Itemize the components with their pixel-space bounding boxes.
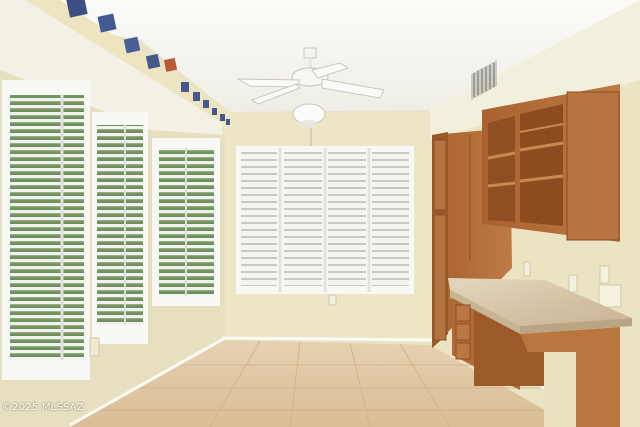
photo-watermark: ©2025 MLSSAZ xyxy=(2,402,84,413)
electrical-outlet-icon xyxy=(598,284,622,308)
open-shelf-cabinet xyxy=(482,84,620,242)
room-photo: ©2025 MLSSAZ xyxy=(0,0,640,427)
electrical-outlet-icon xyxy=(599,265,610,284)
electrical-outlet-icon xyxy=(568,274,578,293)
left-window-shutters-2 xyxy=(152,138,220,306)
left-window-shutters-1 xyxy=(2,80,148,380)
electrical-outlet-icon xyxy=(89,337,100,357)
room-illustration xyxy=(0,0,640,427)
electrical-outlet-icon xyxy=(328,294,337,306)
electrical-outlet-icon xyxy=(523,261,531,277)
back-window-shutters xyxy=(236,146,414,294)
